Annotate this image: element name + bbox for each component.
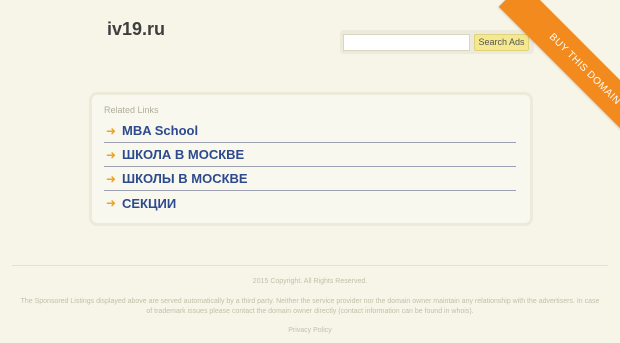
copyright-text: 2015 Copyright. All Rights Reserved. — [252, 278, 368, 285]
related-link[interactable]: ШКОЛА В МОСКВЕ — [122, 147, 244, 162]
arrow-right-icon: ➜ — [106, 123, 117, 138]
related-link-row[interactable]: ➜ СЕКЦИИ — [104, 191, 516, 215]
related-link-row[interactable]: ➜ ШКОЛА В МОСКВЕ — [104, 143, 516, 167]
disclaimer-text: The Sponsored Listings displayed above a… — [20, 298, 600, 315]
related-links-panel: Related Links ➜ MBA School ➜ ШКОЛА В МОС… — [89, 92, 533, 226]
related-link[interactable]: ШКОЛЫ В МОСКВЕ — [122, 171, 248, 186]
related-link[interactable]: СЕКЦИИ — [122, 196, 176, 211]
search-input[interactable] — [343, 33, 470, 51]
arrow-right-icon: ➜ — [106, 196, 117, 210]
arrow-right-icon: ➜ — [106, 147, 117, 162]
privacy-policy-link[interactable]: Privacy Policy — [0, 327, 620, 334]
related-link-row[interactable]: ➜ ШКОЛЫ В МОСКВЕ — [104, 167, 516, 191]
site-title: iv19.ru — [107, 19, 166, 39]
arrow-right-icon: ➜ — [106, 171, 117, 186]
related-link-row[interactable]: ➜ MBA School — [104, 119, 516, 143]
footer-divider — [12, 265, 608, 266]
related-links-heading: Related Links — [104, 105, 159, 115]
related-link[interactable]: MBA School — [122, 123, 198, 138]
